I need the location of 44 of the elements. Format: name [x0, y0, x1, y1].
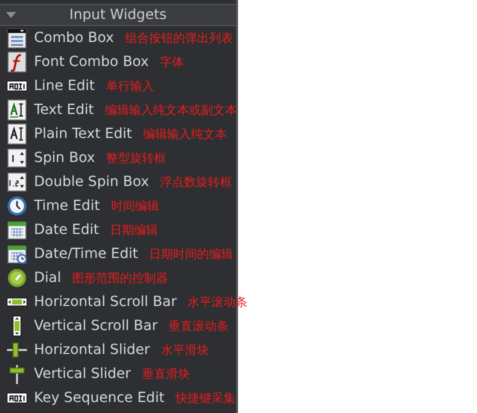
annotation: 编辑输入纯文本或副文本	[104, 102, 237, 118]
annotation: 时间编辑	[110, 198, 159, 214]
widget-name[interactable]: Line Edit	[34, 78, 95, 94]
annotation: 组合按钮的弹出列表	[124, 30, 233, 46]
calendar-clock-icon[interactable]	[6, 243, 28, 265]
font-icon[interactable]	[6, 51, 28, 73]
combo-box-icon[interactable]	[6, 27, 28, 49]
annotation: 浮点数旋转框	[160, 174, 232, 190]
widget-name[interactable]: Vertical Scroll Bar	[34, 318, 158, 334]
text-edit-icon[interactable]	[6, 99, 28, 121]
annotation: 整型旋转框	[106, 150, 166, 166]
widget-name[interactable]: Plain Text Edit	[34, 126, 132, 142]
annotation: 单行输入	[106, 78, 154, 94]
widget-name[interactable]: Key Sequence Edit	[34, 390, 164, 406]
widget-name[interactable]: Vertical Slider	[34, 366, 131, 382]
widget-name[interactable]: Horizontal Slider	[34, 342, 150, 358]
category-title: Input Widgets	[69, 7, 167, 23]
annotation: 快捷键采集	[175, 390, 236, 406]
widget-name[interactable]: Dial	[34, 270, 62, 286]
collapse-arrow-icon[interactable]	[6, 12, 16, 18]
clock-icon[interactable]	[6, 195, 28, 217]
widget-name[interactable]: Double Spin Box	[34, 174, 150, 190]
annotation: 日期时间的编辑	[149, 246, 234, 262]
widget-name[interactable]: Date/Time Edit	[34, 246, 138, 262]
category-header[interactable]: Input Widgets	[0, 4, 236, 26]
widget-name[interactable]: Font Combo Box	[34, 54, 149, 70]
widget-name[interactable]: Combo Box	[34, 30, 114, 46]
annotation: 编辑输入纯文本	[143, 126, 227, 142]
widget-name[interactable]: Spin Box	[34, 150, 96, 166]
widget-name[interactable]: Text Edit	[34, 102, 94, 118]
calendar-icon[interactable]	[6, 219, 28, 241]
annotation: 垂直滚动条	[168, 318, 229, 334]
widget-name[interactable]: Horizontal Scroll Bar	[34, 294, 177, 310]
text-edit-icon[interactable]	[6, 123, 28, 145]
spin-box-icon[interactable]	[6, 147, 28, 169]
annotation: 水平滑块	[160, 342, 209, 358]
widget-name[interactable]: Time Edit	[34, 198, 100, 214]
annotation: 字体	[160, 54, 184, 70]
annotation: 垂直滑块	[142, 366, 190, 382]
spin-box-icon[interactable]	[6, 171, 28, 193]
annotation: 图形范围的控制器	[72, 270, 168, 286]
widget-name[interactable]: Date Edit	[34, 222, 100, 238]
annotation: 日期编辑	[110, 222, 158, 238]
dial-icon[interactable]	[6, 267, 28, 289]
